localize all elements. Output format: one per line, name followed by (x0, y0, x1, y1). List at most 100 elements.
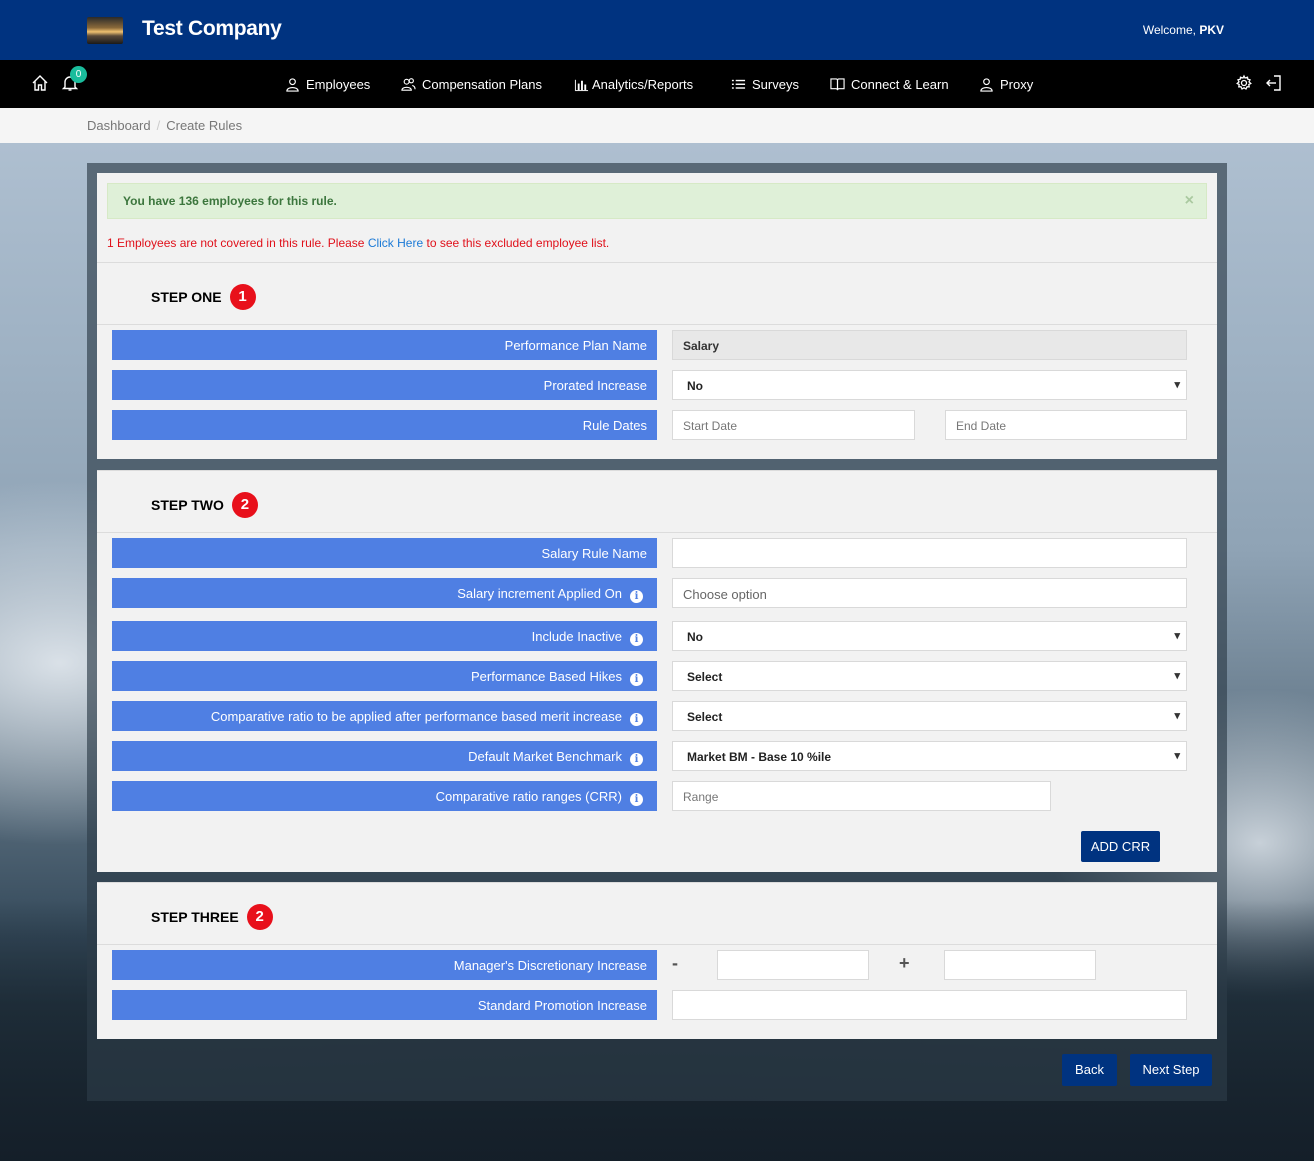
warning-text-after: to see this excluded employee list. (423, 236, 610, 250)
performance-based-hikes-select[interactable]: Select (672, 661, 1187, 691)
warning-text-before: 1 Employees are not covered in this rule… (107, 236, 368, 250)
crr-label: Comparative ratio ranges (CRR) i (112, 781, 657, 811)
plus-sign: + (899, 953, 910, 973)
info-icon[interactable]: i (630, 590, 643, 603)
step-three-card: STEP THREE 2 Manager's Discretionary Inc… (97, 882, 1217, 1039)
info-icon[interactable]: i (630, 633, 643, 646)
mdi-label: Manager's Discretionary Increase (112, 950, 657, 980)
add-crr-button[interactable]: ADD CRR (1081, 831, 1160, 862)
alert-message: You have 136 employees for this rule. (123, 194, 337, 208)
step-two-badge: 2 (231, 492, 258, 518)
default-market-benchmark-select[interactable]: Market BM - Base 10 %ile (672, 741, 1187, 771)
row-crr: Comparative ratio ranges (CRR) i Range (112, 781, 1187, 811)
increment-applied-on-label: Salary increment Applied On i (112, 578, 657, 608)
step-three-header: STEP THREE 2 (97, 882, 1217, 945)
step-one-header: STEP ONE 1 (97, 262, 1217, 325)
breadcrumb-dashboard[interactable]: Dashboard (87, 118, 151, 133)
step-three-badge: 2 (246, 904, 273, 930)
row-include-inactive: Include Inactive i No (112, 621, 1187, 651)
row-increment-applied-on: Salary increment Applied On i Choose opti… (112, 578, 1187, 608)
step-two-header: STEP TWO 2 (97, 470, 1217, 533)
excluded-list-link[interactable]: Click Here (368, 236, 423, 250)
list-icon (731, 77, 746, 92)
close-icon[interactable]: × (1185, 192, 1194, 210)
breadcrumb: Dashboard / Create Rules (87, 118, 242, 133)
bar-chart-icon (574, 77, 589, 92)
nav-analytics-reports[interactable]: Analytics/Reports (574, 74, 693, 94)
end-date-input[interactable]: End Date (945, 410, 1187, 440)
row-rule-dates: Rule Dates Start Date End Date (112, 410, 1187, 440)
breadcrumb-separator: / (156, 118, 161, 133)
nav-proxy-label: Proxy (1000, 76, 1034, 92)
crr-range-input[interactable]: Range (672, 781, 1051, 811)
row-standard-promotion-increase: Standard Promotion Increase (112, 990, 1187, 1020)
default-market-benchmark-label: Default Market Benchmark i (112, 741, 657, 771)
step-three-title: STEP THREE 2 (151, 904, 273, 930)
include-inactive-label: Include Inactive i (112, 621, 657, 651)
nav-menu: Employees Compensation Plans Analytics/R… (0, 60, 1314, 108)
comparative-ratio-text: Comparative ratio to be applied after pe… (210, 709, 622, 724)
performance-based-hikes-label: Performance Based Hikes i (112, 661, 657, 691)
nav-proxy[interactable]: Proxy (979, 74, 1033, 94)
nav-connect-learn[interactable]: Connect & Learn (830, 74, 949, 94)
info-icon[interactable]: i (630, 673, 643, 686)
step-two-label: STEP TWO (151, 497, 224, 513)
user-name[interactable]: PKV (1199, 23, 1224, 37)
nav-connect-learn-label: Connect & Learn (851, 76, 949, 92)
user-icon (285, 77, 300, 92)
mdi-max-input[interactable] (944, 950, 1096, 980)
nav-surveys-label: Surveys (752, 76, 799, 92)
users-icon (401, 77, 416, 92)
include-inactive-select[interactable]: No (672, 621, 1187, 651)
performance-plan-name-field: Salary (672, 330, 1187, 360)
breadcrumb-bar: Dashboard / Create Rules (0, 108, 1314, 143)
performance-based-hikes-text: Performance Based Hikes (470, 669, 622, 684)
row-prorated-increase: Prorated Increase No (112, 370, 1187, 400)
step-two-title: STEP TWO 2 (151, 492, 258, 518)
nav-employees-label: Employees (306, 76, 371, 92)
increment-applied-on-multiselect[interactable]: Choose option (672, 578, 1187, 608)
increment-applied-on-text: Salary increment Applied On (457, 586, 622, 601)
comparative-ratio-select[interactable]: Select (672, 701, 1187, 731)
nav-employees[interactable]: Employees (285, 74, 370, 94)
row-comparative-ratio: Comparative ratio to be applied after pe… (112, 701, 1187, 731)
row-performance-based-hikes: Performance Based Hikes i Select (112, 661, 1187, 691)
salary-rule-name-input[interactable] (672, 538, 1187, 568)
performance-plan-name-label: Performance Plan Name (112, 330, 657, 360)
next-step-button[interactable]: Next Step (1130, 1054, 1212, 1086)
company-logo[interactable] (87, 17, 123, 44)
row-managers-discretionary-increase: Manager's Discretionary Increase - + (112, 950, 1187, 980)
prorated-increase-select[interactable]: No (672, 370, 1187, 400)
nav-compensation-plans-label: Compensation Plans (422, 76, 542, 92)
minus-sign: - (672, 953, 678, 973)
comparative-ratio-label: Comparative ratio to be applied after pe… (112, 701, 657, 731)
info-icon[interactable]: i (630, 713, 643, 726)
step-one-label: STEP ONE (151, 289, 222, 305)
success-alert: You have 136 employees for this rule. × (107, 183, 1207, 219)
nav-surveys[interactable]: Surveys (731, 74, 799, 94)
back-button[interactable]: Back (1062, 1054, 1117, 1086)
company-name[interactable]: Test Company (142, 17, 282, 41)
excluded-warning: 1 Employees are not covered in this rule… (107, 236, 609, 250)
spi-input[interactable] (672, 990, 1187, 1020)
spi-label: Standard Promotion Increase (112, 990, 657, 1020)
prorated-increase-label: Prorated Increase (112, 370, 657, 400)
step-two-card: STEP TWO 2 Salary Rule Name Salary incre… (97, 470, 1217, 872)
crr-text: Comparative ratio ranges (CRR) (435, 789, 622, 804)
welcome-prefix: Welcome, (1142, 23, 1196, 37)
mdi-min-input[interactable] (717, 950, 869, 980)
step-one-card: You have 136 employees for this rule. × … (97, 173, 1217, 459)
breadcrumb-create-rules: Create Rules (166, 118, 243, 133)
salary-rule-name-label: Salary Rule Name (112, 538, 657, 568)
nav-analytics-reports-label: Analytics/Reports (592, 76, 694, 92)
row-default-market-benchmark: Default Market Benchmark i Market BM - Ba… (112, 741, 1187, 771)
start-date-input[interactable]: Start Date (672, 410, 915, 440)
row-salary-rule-name: Salary Rule Name (112, 538, 1187, 568)
info-icon[interactable]: i (630, 753, 643, 766)
row-performance-plan-name: Performance Plan Name Salary (112, 330, 1187, 360)
user-icon (979, 77, 994, 92)
nav-compensation-plans[interactable]: Compensation Plans (401, 74, 542, 94)
welcome-text: Welcome, PKV (1143, 23, 1224, 37)
info-icon[interactable]: i (630, 793, 643, 806)
step-one-badge: 1 (229, 284, 256, 310)
